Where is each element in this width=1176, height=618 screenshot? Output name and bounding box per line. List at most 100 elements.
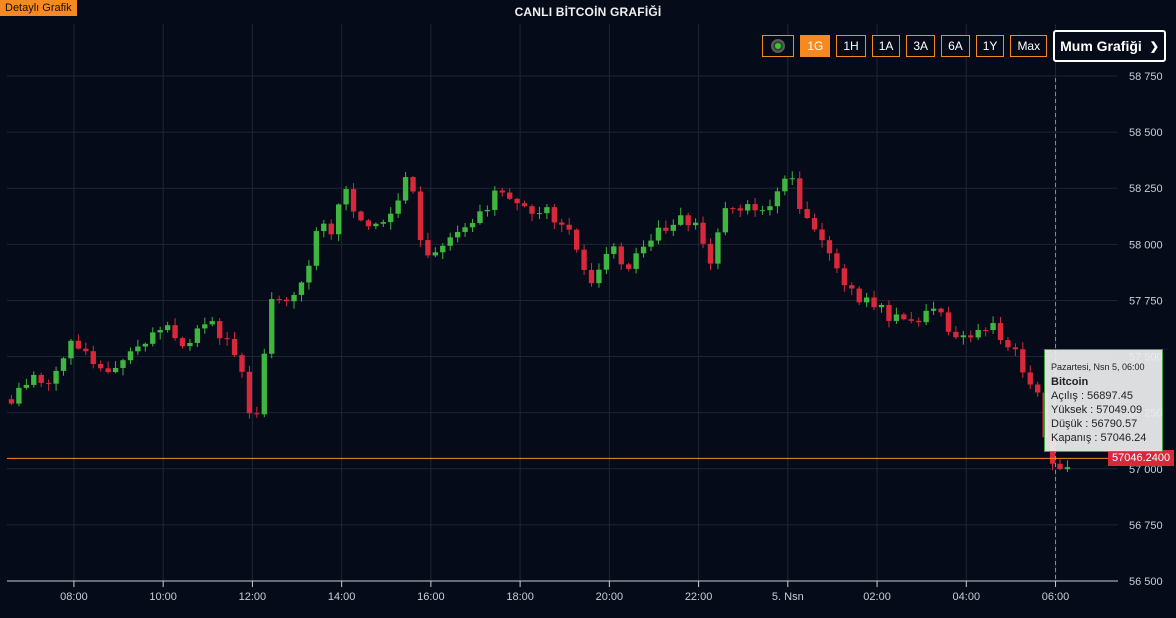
- x-tick-label: 10:00: [149, 591, 177, 603]
- range-button-1h[interactable]: 1H: [836, 35, 866, 57]
- page-title: CANLI BİTCOİN GRAFİĞİ: [514, 5, 662, 19]
- candle-body: [975, 329, 981, 338]
- candle-body: [581, 249, 587, 270]
- candle-body: [454, 231, 461, 238]
- candle-body: [923, 310, 929, 323]
- candle-body: [566, 224, 572, 230]
- tooltip-open: Açılış : 56897.45: [1051, 390, 1133, 402]
- chart-type-select[interactable]: Mum Grafiği ❯: [1053, 30, 1166, 62]
- candle-body: [797, 178, 803, 209]
- candle-body: [990, 323, 996, 331]
- x-tick-label: 12:00: [239, 591, 267, 603]
- candle-body: [373, 223, 379, 227]
- candle-body: [328, 223, 334, 235]
- candle-body: [283, 299, 290, 302]
- candle-body: [982, 329, 989, 331]
- x-tick-label: 04:00: [953, 591, 981, 603]
- candle-body: [789, 178, 795, 180]
- candle-body: [670, 224, 676, 231]
- candles: [8, 171, 1071, 472]
- candle-body: [261, 353, 267, 415]
- candle-body: [648, 240, 654, 247]
- candle-body: [499, 190, 505, 193]
- candle-body: [425, 240, 431, 256]
- x-tick-label: 08:00: [60, 591, 88, 603]
- candle-body: [730, 208, 736, 210]
- candle-body: [343, 189, 349, 205]
- x-tick-label: 14:00: [328, 591, 356, 603]
- candle-body: [135, 346, 141, 352]
- candle-body: [826, 240, 833, 254]
- candle-body: [633, 253, 639, 269]
- candle-body: [395, 200, 401, 214]
- candle-body: [313, 231, 320, 266]
- candle-body: [194, 328, 201, 343]
- candle-body: [834, 253, 840, 269]
- range-button-6a[interactable]: 6A: [941, 35, 970, 57]
- candlestick-chart[interactable]: 58 75058 50058 25058 00057 75057 50057 2…: [0, 0, 1176, 618]
- last-price-label: 57046.2400: [1108, 450, 1175, 467]
- range-button-1a[interactable]: 1A: [871, 35, 901, 57]
- candle-body: [811, 217, 818, 230]
- candle-body: [611, 246, 617, 254]
- candle-body: [202, 324, 208, 329]
- candle-body: [224, 338, 230, 340]
- candle-body: [388, 213, 394, 223]
- candle-body: [640, 246, 647, 254]
- candle-body: [626, 264, 632, 269]
- chart-axes: 58 75058 50058 25058 00057 75057 50057 2…: [7, 71, 1163, 603]
- candle-body: [521, 203, 528, 207]
- tooltip-high: Yüksek : 57049.09: [1051, 404, 1143, 416]
- candle-body: [298, 282, 305, 295]
- x-tick-label: 02:00: [863, 591, 891, 603]
- range-button-1g[interactable]: 1G: [800, 35, 831, 57]
- candle-body: [187, 342, 193, 347]
- candle-body: [157, 330, 163, 333]
- y-tick-label: 58 000: [1129, 239, 1163, 251]
- candle-body: [507, 192, 513, 199]
- candle-body: [1064, 467, 1071, 470]
- candle-body: [618, 246, 624, 265]
- candle-body: [782, 178, 788, 192]
- candle-body: [603, 253, 610, 270]
- candle-body: [700, 222, 706, 244]
- range-button-3a[interactable]: 3A: [906, 35, 936, 57]
- live-button[interactable]: [762, 35, 795, 57]
- candle-body: [164, 325, 171, 331]
- candle-body: [276, 299, 282, 301]
- candle-body: [462, 227, 468, 232]
- candle-body: [871, 297, 877, 308]
- candle-body: [930, 308, 937, 311]
- candle-body: [150, 332, 156, 344]
- candle-body: [715, 232, 721, 264]
- candle-body: [246, 371, 253, 414]
- candle-body: [23, 384, 30, 388]
- candle-body: [752, 204, 758, 211]
- candle-body: [997, 323, 1004, 341]
- candle-body: [127, 351, 134, 361]
- candle-tooltip: Pazartesi, Nsn 5, 06:00 Bitcoin Açılış :…: [1044, 349, 1163, 452]
- candle-body: [410, 177, 416, 192]
- range-button-1y[interactable]: 1Y: [975, 35, 1005, 57]
- y-tick-label: 56 750: [1129, 520, 1163, 532]
- candle-body: [819, 229, 825, 241]
- candle-body: [774, 191, 781, 207]
- candle-body: [655, 227, 662, 241]
- y-tick-label: 56 500: [1129, 576, 1163, 588]
- candle-body: [335, 204, 342, 235]
- y-tick-label: 58 750: [1129, 71, 1163, 83]
- candle-body: [856, 288, 862, 303]
- x-tick-label: 06:00: [1042, 591, 1070, 603]
- candle-body: [551, 207, 557, 223]
- chevron-down-icon: ❯: [1149, 40, 1159, 53]
- candle-body: [968, 335, 974, 338]
- range-button-max[interactable]: Max: [1010, 35, 1048, 57]
- candle-body: [172, 325, 178, 339]
- chart-type-selected: Mum Grafiği: [1060, 38, 1142, 54]
- candle-body: [916, 320, 922, 323]
- y-tick-label: 58 250: [1129, 183, 1163, 195]
- candle-body: [1027, 372, 1033, 385]
- candle-body: [447, 237, 453, 246]
- x-tick-label: 20:00: [596, 591, 624, 603]
- candle-body: [559, 222, 565, 225]
